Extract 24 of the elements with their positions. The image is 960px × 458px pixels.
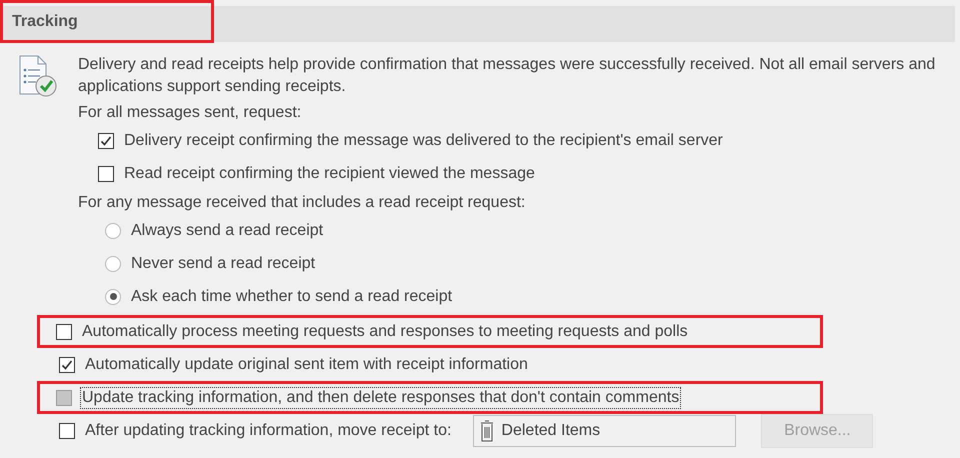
- radio-button[interactable]: [105, 288, 121, 304]
- option-label: Always send a read receipt: [130, 220, 324, 240]
- option-label: Automatically process meeting requests and responses to meeting requests and polls: [81, 322, 689, 342]
- group-label: For all messages sent, request:: [78, 103, 302, 123]
- trash-can-icon: [480, 420, 494, 442]
- radio-button[interactable]: [105, 256, 121, 272]
- description-text: Delivery and read receipts help provide confirmation that messages were successfully received. Not all email servers and applications support sending receipts.: [78, 55, 936, 97]
- option-label: Automatically update original sent item with receipt information: [84, 354, 529, 374]
- folder-field[interactable]: Deleted Items: [473, 414, 736, 446]
- option-label: After updating tracking information, move receipt to:: [84, 420, 452, 440]
- option-label: Never send a read receipt: [130, 254, 316, 274]
- option-label: Delivery receipt confirming the message was delivered to the recipient's email server: [123, 130, 724, 150]
- checkbox[interactable]: [56, 324, 72, 340]
- checkbox[interactable]: [59, 356, 75, 372]
- checkbox[interactable]: [59, 422, 75, 438]
- radio-button[interactable]: [105, 222, 121, 238]
- checkbox[interactable]: [98, 166, 114, 182]
- section-title: Tracking: [0, 0, 214, 43]
- folder-name: Deleted Items: [500, 420, 602, 440]
- checkbox[interactable]: [98, 132, 114, 148]
- group-label: For any message received that includes a read receipt request:: [78, 193, 526, 213]
- option-label: Ask each time whether to send a read receipt: [130, 286, 454, 306]
- option-label: Update tracking information, and then delete responses that don't contain comments: [81, 388, 680, 408]
- option-label: Read receipt confirming the recipient viewed the message: [123, 164, 536, 184]
